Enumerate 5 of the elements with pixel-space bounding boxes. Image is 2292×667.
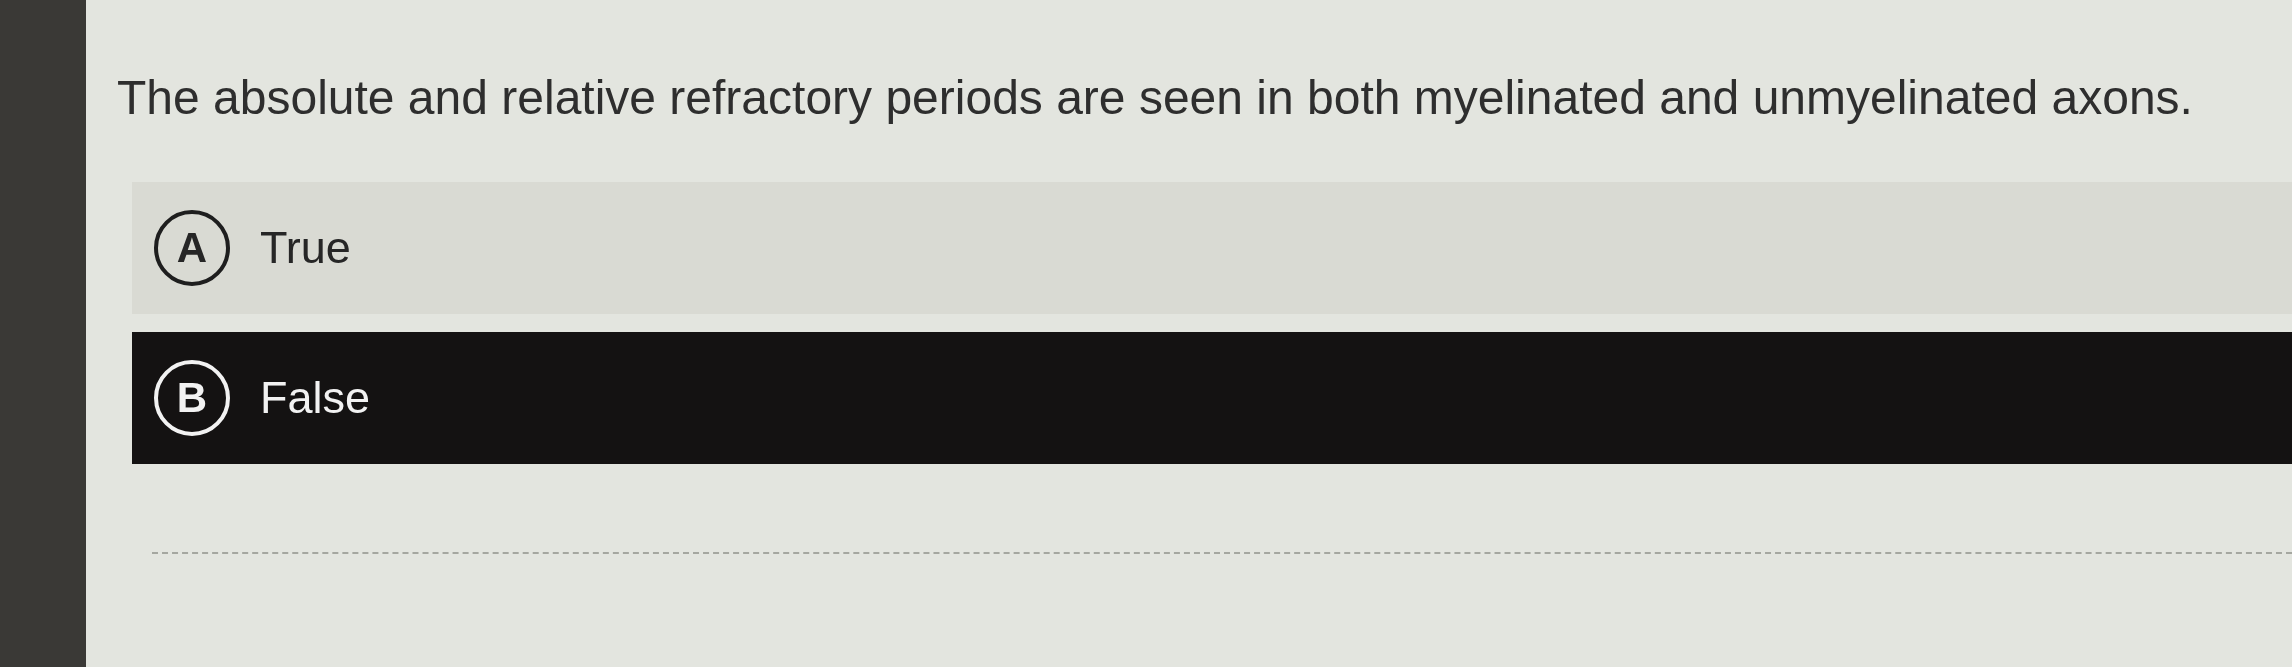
answer-option[interactable]: B False: [132, 332, 2292, 464]
option-letter: A: [154, 210, 230, 286]
option-letter: B: [154, 360, 230, 436]
answer-option[interactable]: A True: [132, 182, 2292, 314]
question-text: The absolute and relative refractory periods are seen in both myelinated and unmyelinated axons.: [117, 70, 2194, 126]
